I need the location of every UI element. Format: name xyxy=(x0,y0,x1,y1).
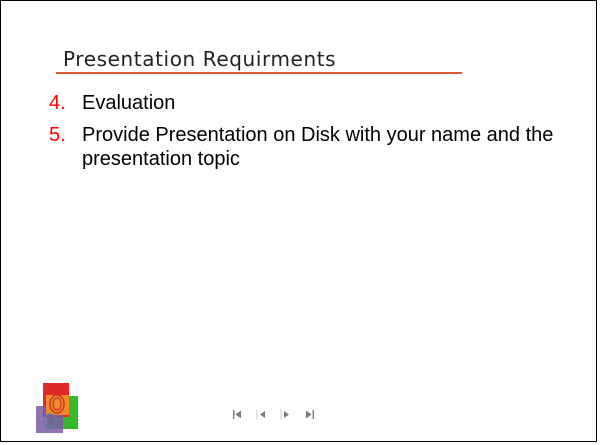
list-item-text: Evaluation xyxy=(82,92,176,114)
list-item-text: Provide Presentation on Disk with your n… xyxy=(82,124,554,170)
first-slide-icon xyxy=(233,410,241,419)
slide: Presentation Requirments 4. Evaluation 5… xyxy=(0,0,597,442)
first-slide-button[interactable] xyxy=(229,406,246,423)
bullet-list: 4. Evaluation 5. Provide Presentation on… xyxy=(49,91,569,179)
next-slide-button[interactable] xyxy=(277,406,294,423)
previous-slide-button[interactable] xyxy=(253,406,270,423)
last-slide-button[interactable] xyxy=(301,406,318,423)
list-item-number: 4. xyxy=(49,92,66,114)
next-slide-icon xyxy=(280,409,289,420)
list-item-number: 5. xyxy=(49,124,66,146)
last-slide-icon xyxy=(306,410,314,419)
logo-icon xyxy=(34,381,82,435)
title-underline xyxy=(56,72,462,74)
slide-navigation xyxy=(229,406,318,423)
previous-slide-icon xyxy=(256,409,265,420)
list-item: 4. Evaluation xyxy=(49,91,569,115)
slide-title: Presentation Requirments xyxy=(63,47,337,71)
list-item: 5. Provide Presentation on Disk with you… xyxy=(49,123,569,171)
